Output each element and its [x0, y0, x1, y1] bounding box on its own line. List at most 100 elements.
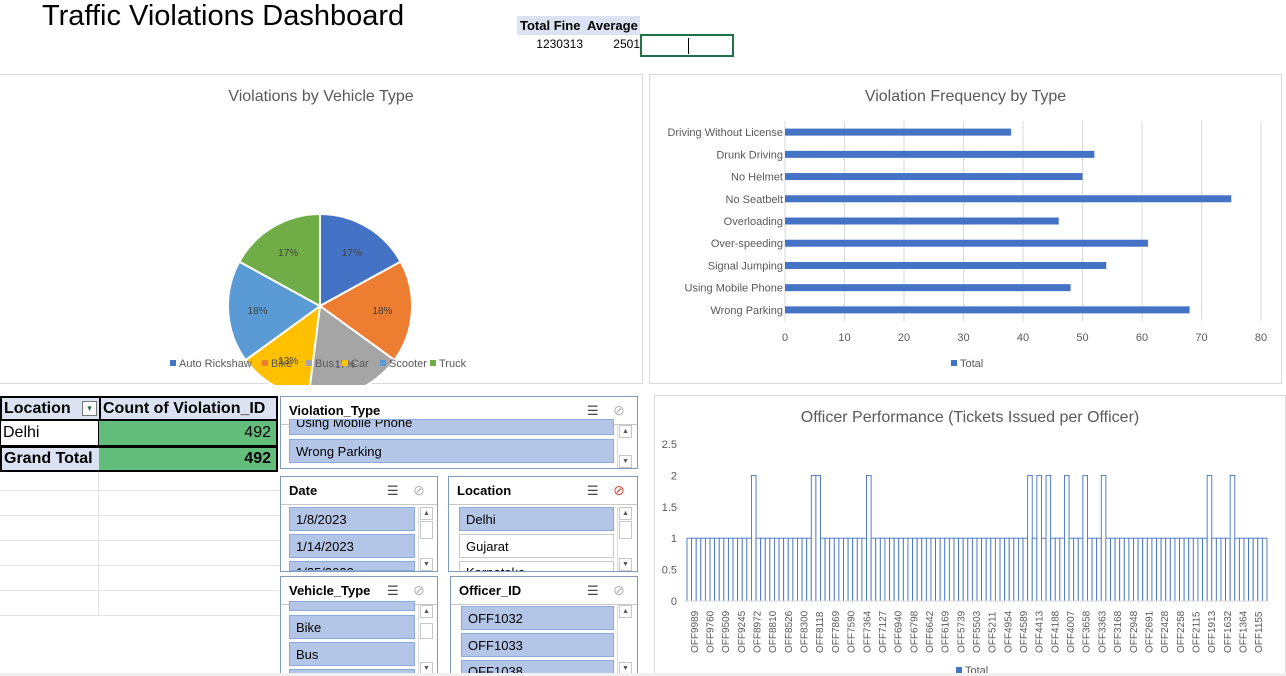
slicer-title: Officer_ID	[459, 583, 522, 598]
slicer-scrollbar[interactable]: ▲ ▼	[617, 507, 632, 571]
bar	[852, 537, 858, 602]
x-tick-label: 0	[782, 332, 788, 344]
slicer-item[interactable]: OFF1033	[461, 633, 614, 657]
slicer-item[interactable]: Wrong Parking	[289, 439, 614, 463]
scroll-thumb[interactable]	[420, 623, 433, 639]
x-tick-label: OFF5739	[956, 610, 967, 653]
x-tick-label: OFF3363	[1097, 610, 1108, 653]
x-tick-label: 60	[1136, 332, 1148, 344]
scroll-up-icon[interactable]: ▲	[619, 507, 632, 520]
scroll-up-icon[interactable]: ▲	[420, 507, 433, 520]
gridline	[98, 470, 99, 615]
clear-filter-icon[interactable]: ⊘	[613, 582, 625, 599]
selected-cell[interactable]	[640, 34, 734, 57]
slicer-item[interactable]: Bus	[289, 642, 415, 666]
bar	[1248, 537, 1254, 602]
slicer-scrollbar[interactable]: ▲ ▼	[617, 425, 632, 468]
bar	[755, 537, 762, 602]
multi-select-icon[interactable]: ☰	[587, 403, 599, 419]
slicer-violation-type[interactable]: Violation_Type ☰ ⊘ Using Mobile Phone Wr…	[280, 396, 638, 469]
slicer-item[interactable]: Karnataka	[459, 561, 614, 571]
filter-dropdown-icon[interactable]: ▾	[82, 401, 97, 416]
legend-label: Truck	[439, 358, 467, 370]
clear-filter-icon[interactable]: ⊘	[413, 582, 425, 599]
slicer-officer-id[interactable]: Officer_ID ☰ ⊘ OFF1032 OFF1033 OFF1038 ▲…	[450, 576, 638, 676]
bar	[774, 537, 780, 602]
bar	[1146, 537, 1153, 602]
bar	[1183, 537, 1190, 602]
scroll-down-icon[interactable]: ▼	[420, 558, 433, 571]
x-tick-label: OFF6798	[909, 610, 920, 653]
bar	[912, 537, 918, 602]
bar	[1087, 537, 1093, 602]
bar	[939, 537, 946, 602]
average-value[interactable]: 2501	[583, 35, 640, 54]
total-fine-value[interactable]: 1230313	[517, 35, 583, 54]
average-header[interactable]: Average	[583, 16, 640, 35]
bar	[1151, 537, 1157, 602]
scroll-thumb[interactable]	[420, 521, 433, 539]
slicer-item-partial[interactable]	[289, 601, 415, 611]
pivot-header-location[interactable]: Location ▾	[0, 396, 99, 421]
slicer-item[interactable]: OFF1032	[461, 606, 614, 630]
bar	[741, 537, 748, 602]
x-tick-label: OFF1913	[1207, 610, 1218, 653]
pivot-total-label[interactable]: Grand Total	[0, 446, 99, 472]
bar	[714, 537, 720, 602]
multi-select-icon[interactable]: ☰	[387, 583, 399, 599]
slicer-scrollbar[interactable]: ▲ ▼	[418, 507, 433, 571]
bar	[746, 537, 752, 602]
multi-select-icon[interactable]: ☰	[587, 583, 599, 599]
clear-filter-icon[interactable]: ⊘	[613, 402, 625, 419]
slicer-vehicle-type[interactable]: Vehicle_Type ☰ ⊘ Bike Bus ▲ ▼	[280, 576, 438, 676]
slicer-item[interactable]: Delhi	[459, 507, 614, 531]
scroll-thumb[interactable]	[619, 521, 632, 539]
legend-swatch	[262, 360, 268, 366]
total-fine-header[interactable]: Total Fine	[517, 16, 583, 35]
slicer-scrollbar[interactable]: ▲ ▼	[418, 605, 433, 675]
bar	[1050, 537, 1056, 602]
slicer-item[interactable]: 1/14/2023	[289, 534, 415, 558]
clear-filter-icon[interactable]: ⊘	[613, 482, 625, 499]
category-label: Signal Jumping	[708, 260, 783, 272]
bar	[898, 537, 904, 602]
slicer-location[interactable]: Location ☰ ⊘ Delhi Gujarat Karnataka ▲ ▼	[448, 476, 638, 572]
slicer-item[interactable]: Bike	[289, 615, 415, 639]
x-tick-label: 80	[1255, 332, 1267, 344]
bar	[1252, 537, 1259, 602]
bar	[1045, 474, 1052, 602]
pivot-header-count[interactable]: Count of Violation_ID	[99, 396, 278, 421]
multi-select-icon[interactable]: ☰	[387, 483, 399, 499]
scroll-up-icon[interactable]: ▲	[619, 425, 632, 438]
pivot-row-label[interactable]: Delhi	[0, 421, 99, 446]
slicer-date[interactable]: Date ☰ ⊘ 1/8/2023 1/14/2023 1/25/2023 ▲ …	[280, 476, 438, 572]
slicer-item[interactable]: Gujarat	[459, 534, 614, 558]
x-tick-label: OFF1632	[1223, 610, 1234, 653]
x-tick-label: OFF2428	[1160, 610, 1171, 653]
bar	[1197, 537, 1204, 602]
officer-chart-box[interactable]: Officer Performance (Tickets Issued per …	[654, 395, 1286, 676]
scroll-down-icon[interactable]: ▼	[619, 455, 632, 468]
bar	[785, 261, 1107, 269]
pie-chart-box[interactable]: Violations by Vehicle Type 17%18%17%13%1…	[0, 74, 643, 385]
pivot-total-value[interactable]: 492	[99, 446, 278, 472]
scroll-down-icon[interactable]: ▼	[619, 558, 632, 571]
slicer-item[interactable]: Using Mobile Phone	[289, 419, 614, 435]
clear-filter-icon[interactable]: ⊘	[413, 482, 425, 499]
legend-swatch	[170, 360, 176, 366]
pivot-row-value[interactable]: 492	[99, 421, 278, 446]
slicer-item[interactable]: 1/8/2023	[289, 507, 415, 531]
slicer-scrollbar[interactable]: ▲ ▼	[617, 605, 632, 675]
bar	[785, 173, 1083, 181]
bar	[967, 537, 973, 602]
bar	[785, 217, 1059, 225]
scroll-up-icon[interactable]: ▲	[420, 605, 433, 618]
x-tick-label: OFF2691	[1144, 610, 1155, 653]
bar	[1215, 537, 1222, 602]
scroll-up-icon[interactable]: ▲	[619, 605, 632, 618]
slicer-title: Vehicle_Type	[289, 583, 371, 598]
bar	[1059, 537, 1065, 602]
slicer-item[interactable]: 1/25/2023	[289, 561, 415, 571]
multi-select-icon[interactable]: ☰	[587, 483, 599, 499]
bar-chart-box[interactable]: Violation Frequency by Type 0 10 20 30 40 50 6…	[649, 74, 1282, 384]
